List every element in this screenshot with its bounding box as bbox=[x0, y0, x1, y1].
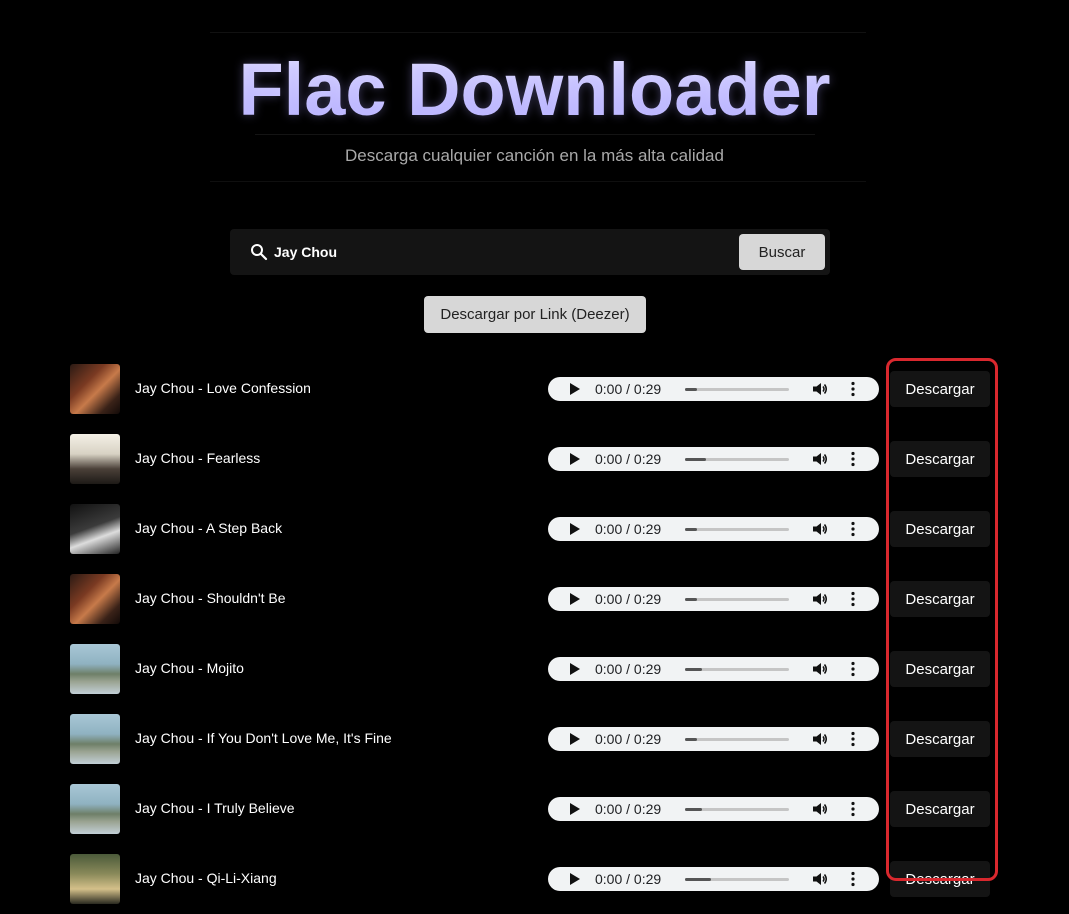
more-options-icon[interactable] bbox=[846, 381, 860, 397]
album-cover bbox=[70, 644, 120, 694]
results-list: Jay Chou - Love Confession 0:00 / 0:29 Des… bbox=[0, 354, 1069, 904]
play-icon[interactable] bbox=[570, 873, 580, 885]
audio-player: 0:00 / 0:29 bbox=[548, 727, 879, 751]
audio-player: 0:00 / 0:29 bbox=[548, 587, 879, 611]
track-title: Jay Chou - Fearless bbox=[135, 450, 261, 466]
time-display: 0:00 / 0:29 bbox=[595, 591, 662, 607]
seek-bar[interactable] bbox=[685, 528, 789, 531]
title-divider bbox=[255, 134, 815, 135]
time-display: 0:00 / 0:29 bbox=[595, 381, 662, 397]
play-icon[interactable] bbox=[570, 383, 580, 395]
album-cover bbox=[70, 714, 120, 764]
more-options-icon[interactable] bbox=[846, 521, 860, 537]
seek-bar[interactable] bbox=[685, 738, 789, 741]
download-button[interactable]: Descargar bbox=[890, 721, 990, 757]
subtitle-divider bbox=[210, 181, 866, 182]
track-row: Jay Chou - If You Don't Love Me, It's Fi… bbox=[0, 704, 1069, 774]
time-display: 0:00 / 0:29 bbox=[595, 521, 662, 537]
volume-icon[interactable] bbox=[812, 382, 828, 396]
track-title: Jay Chou - Love Confession bbox=[135, 380, 311, 396]
seek-bar[interactable] bbox=[685, 878, 789, 881]
seek-bar[interactable] bbox=[685, 668, 789, 671]
play-icon[interactable] bbox=[570, 453, 580, 465]
more-options-icon[interactable] bbox=[846, 871, 860, 887]
time-display: 0:00 / 0:29 bbox=[595, 871, 662, 887]
track-title: Jay Chou - Qi-Li-Xiang bbox=[135, 870, 277, 886]
play-icon[interactable] bbox=[570, 803, 580, 815]
more-options-icon[interactable] bbox=[846, 591, 860, 607]
track-row: Jay Chou - Mojito 0:00 / 0:29 Descargar bbox=[0, 634, 1069, 704]
subtitle: Descarga cualquier canción en la más alt… bbox=[345, 146, 724, 165]
seek-bar-fill bbox=[685, 668, 702, 671]
seek-bar-fill bbox=[685, 528, 698, 531]
seek-bar-fill bbox=[685, 878, 711, 881]
track-title: Jay Chou - Shouldn't Be bbox=[135, 590, 286, 606]
seek-bar-fill bbox=[685, 458, 706, 461]
seek-bar-fill bbox=[685, 598, 698, 601]
album-cover bbox=[70, 504, 120, 554]
album-cover bbox=[70, 574, 120, 624]
track-row: Jay Chou - Love Confession 0:00 / 0:29 Des… bbox=[0, 354, 1069, 424]
track-row: Jay Chou - Qi-Li-Xiang 0:00 / 0:29 Descarg… bbox=[0, 844, 1069, 914]
track-row: Jay Chou - I Truly Believe 0:00 / 0:29 Des… bbox=[0, 774, 1069, 844]
track-title: Jay Chou - Mojito bbox=[135, 660, 244, 676]
play-icon[interactable] bbox=[570, 733, 580, 745]
play-icon[interactable] bbox=[570, 523, 580, 535]
audio-player: 0:00 / 0:29 bbox=[548, 517, 879, 541]
audio-player: 0:00 / 0:29 bbox=[548, 867, 879, 891]
download-button[interactable]: Descargar bbox=[890, 511, 990, 547]
play-icon[interactable] bbox=[570, 663, 580, 675]
audio-player: 0:00 / 0:29 bbox=[548, 797, 879, 821]
download-button[interactable]: Descargar bbox=[890, 791, 990, 827]
track-row: Jay Chou - Shouldn't Be 0:00 / 0:29 Descar… bbox=[0, 564, 1069, 634]
download-button[interactable]: Descargar bbox=[890, 861, 990, 897]
volume-icon[interactable] bbox=[812, 872, 828, 886]
seek-bar-fill bbox=[685, 388, 698, 391]
play-icon[interactable] bbox=[570, 593, 580, 605]
seek-bar-fill bbox=[685, 738, 698, 741]
track-title: Jay Chou - A Step Back bbox=[135, 520, 283, 536]
volume-icon[interactable] bbox=[812, 662, 828, 676]
time-display: 0:00 / 0:29 bbox=[595, 661, 662, 677]
time-display: 0:00 / 0:29 bbox=[595, 451, 662, 467]
album-cover bbox=[70, 854, 120, 904]
track-title: Jay Chou - I Truly Believe bbox=[135, 800, 295, 816]
volume-icon[interactable] bbox=[812, 802, 828, 816]
track-row: Jay Chou - Fearless 0:00 / 0:29 Descargar bbox=[0, 424, 1069, 494]
time-display: 0:00 / 0:29 bbox=[595, 801, 662, 817]
album-cover bbox=[70, 784, 120, 834]
more-options-icon[interactable] bbox=[846, 731, 860, 747]
seek-bar[interactable] bbox=[685, 388, 789, 391]
more-options-icon[interactable] bbox=[846, 661, 860, 677]
album-cover bbox=[70, 434, 120, 484]
download-button[interactable]: Descargar bbox=[890, 651, 990, 687]
track-row: Jay Chou - A Step Back 0:00 / 0:29 Descarg… bbox=[0, 494, 1069, 564]
more-options-icon[interactable] bbox=[846, 451, 860, 467]
track-title: Jay Chou - If You Don't Love Me, It's Fi… bbox=[135, 730, 392, 746]
volume-icon[interactable] bbox=[812, 592, 828, 606]
search-icon bbox=[251, 244, 268, 261]
download-button[interactable]: Descargar bbox=[890, 581, 990, 617]
audio-player: 0:00 / 0:29 bbox=[548, 447, 879, 471]
search-input[interactable] bbox=[274, 237, 714, 267]
volume-icon[interactable] bbox=[812, 732, 828, 746]
album-cover bbox=[70, 364, 120, 414]
seek-bar-fill bbox=[685, 808, 702, 811]
seek-bar[interactable] bbox=[685, 808, 789, 811]
volume-icon[interactable] bbox=[812, 452, 828, 466]
time-display: 0:00 / 0:29 bbox=[595, 731, 662, 747]
download-by-link-button[interactable]: Descargar por Link (Deezer) bbox=[424, 296, 646, 333]
audio-player: 0:00 / 0:29 bbox=[548, 657, 879, 681]
volume-icon[interactable] bbox=[812, 522, 828, 536]
audio-player: 0:00 / 0:29 bbox=[548, 377, 879, 401]
download-button[interactable]: Descargar bbox=[890, 371, 990, 407]
more-options-icon[interactable] bbox=[846, 801, 860, 817]
search-button[interactable]: Buscar bbox=[739, 234, 825, 270]
download-button[interactable]: Descargar bbox=[890, 441, 990, 477]
seek-bar[interactable] bbox=[685, 598, 789, 601]
app-title: Flac Downloader bbox=[0, 48, 1069, 132]
seek-bar[interactable] bbox=[685, 458, 789, 461]
search-bar: Buscar bbox=[230, 229, 830, 275]
